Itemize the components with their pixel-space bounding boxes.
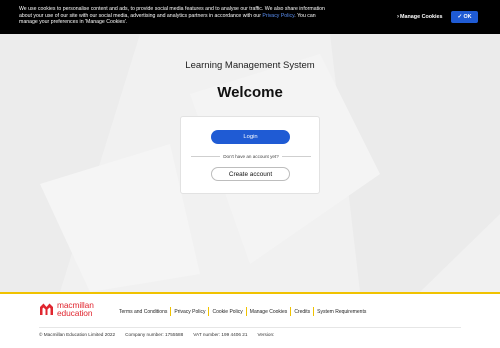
brand-line-2: education [57, 308, 93, 319]
footer-link-system-requirements[interactable]: System Requirements [315, 309, 368, 315]
divider-line-right [281, 155, 311, 157]
cookie-banner: We use cookies to personalise content an… [0, 0, 500, 34]
footer-separator [208, 307, 210, 316]
footer-link-credits[interactable]: Credits [292, 309, 312, 315]
manage-cookies-label: Manage Cookies [400, 14, 443, 20]
divider-line-left [191, 155, 221, 157]
footer: macmillan education Terms and Conditions… [0, 292, 500, 348]
footer-link-privacy[interactable]: Privacy Policy [172, 309, 207, 315]
divider-row: Don't have an account yet? [191, 152, 311, 160]
page-subtitle: Learning Management System [185, 60, 315, 71]
footer-links: Terms and Conditions Privacy Policy Cook… [117, 307, 368, 316]
brand-name: macmillan education [57, 301, 94, 318]
footer-separator [290, 307, 292, 316]
footer-separator [313, 307, 315, 316]
company-number: Company number: 1755588 [125, 332, 184, 337]
copyright-text: © Macmillan Education Limited 2022 [39, 332, 116, 337]
create-account-button[interactable]: Create account [211, 167, 290, 181]
footer-divider [39, 327, 461, 328]
login-card: Login Don't have an account yet? Create … [180, 116, 320, 194]
footer-link-terms[interactable]: Terms and Conditions [117, 309, 169, 315]
ok-button[interactable]: ✓ OK [451, 11, 478, 23]
brand-logo[interactable]: macmillan education [39, 301, 94, 318]
macmillan-logo-icon [40, 303, 53, 316]
footer-link-manage-cookies[interactable]: Manage Cookies [248, 309, 290, 315]
privacy-policy-link[interactable]: Privacy Policy [262, 13, 294, 19]
footer-accent-bar [0, 292, 500, 294]
cookie-banner-text: We use cookies to personalise content an… [19, 6, 331, 26]
footer-separator [245, 307, 247, 316]
version-text: Version: [257, 332, 275, 337]
no-account-text: Don't have an account yet? [223, 153, 279, 159]
footer-link-cookie-policy[interactable]: Cookie Policy [210, 309, 244, 315]
manage-cookies-button[interactable]: › Manage Cookies [397, 14, 443, 20]
page-title: Welcome [217, 84, 283, 101]
login-button[interactable]: Login [211, 130, 290, 144]
vat-number: VAT number: 199 4406 21 [193, 332, 248, 337]
footer-separator [170, 307, 172, 316]
chevron-right-icon: › [397, 14, 399, 20]
footer-meta: © Macmillan Education Limited 2022 Compa… [39, 332, 284, 337]
